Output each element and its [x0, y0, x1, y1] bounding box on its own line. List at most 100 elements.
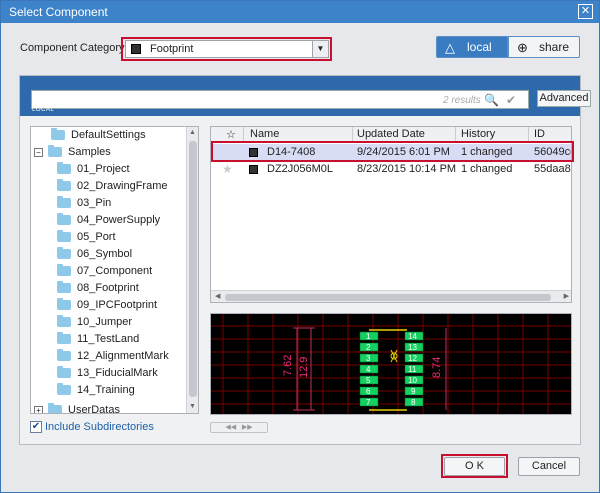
- folder-icon: [51, 128, 65, 141]
- expand-icon[interactable]: +: [34, 405, 43, 413]
- tree-item[interactable]: 14_Training: [57, 383, 135, 401]
- folder-icon: [57, 213, 71, 226]
- dimension-a: 7.62: [282, 355, 294, 376]
- pin-label: 7: [366, 398, 371, 407]
- column-header-history[interactable]: History: [461, 128, 495, 140]
- scroll-up-icon[interactable]: ▲: [187, 127, 198, 139]
- tree-item[interactable]: 03_Pin: [57, 196, 111, 214]
- footprint-preview-canvas: 7.62 12.9 8.74 1234567 141312111098: [211, 314, 571, 414]
- column-header-updated-date[interactable]: Updated Date: [357, 128, 425, 140]
- row-name: DZ2J056M0L: [267, 163, 334, 175]
- folder-icon: [57, 264, 71, 277]
- include-subdirectories-label: Include Subdirectories: [45, 421, 154, 433]
- tree-scrollbar[interactable]: ▲ ▼: [186, 127, 198, 413]
- pin-label: 9: [411, 387, 416, 396]
- column-header-star[interactable]: ☆: [226, 128, 236, 141]
- tree-item[interactable]: 05_Port: [57, 230, 116, 248]
- tree-item[interactable]: + UserDatas: [34, 403, 120, 413]
- tree-item[interactable]: 04_PowerSupply: [57, 213, 160, 231]
- local-label: local: [467, 40, 492, 54]
- dimension-c: 8.74: [431, 357, 443, 378]
- collapse-icon[interactable]: −: [34, 147, 43, 157]
- check-icon[interactable]: ✔: [506, 93, 516, 107]
- close-icon[interactable]: ✕: [578, 4, 593, 19]
- title-bar: Select Component ✕: [1, 1, 599, 23]
- chip-icon: [131, 44, 141, 54]
- highlight-box-selected-row: [211, 141, 574, 162]
- tree-item[interactable]: 10_Jumper: [57, 315, 132, 333]
- column-header-name[interactable]: Name: [250, 128, 279, 140]
- pin-label: 4: [366, 365, 371, 374]
- pin-label: 8: [411, 398, 416, 407]
- pin-label: 6: [366, 387, 371, 396]
- result-count: 2 results: [443, 95, 481, 106]
- table-row[interactable]: ★ DZ2J056M0L 8/23/2015 10:14 PM 1 change…: [211, 161, 571, 178]
- local-toggle-button[interactable]: △ local: [436, 36, 508, 58]
- pin-label: 12: [408, 354, 417, 363]
- scroll-left-icon[interactable]: ◀: [215, 291, 220, 302]
- pin-label: 1: [366, 332, 371, 341]
- tree-item[interactable]: 13_FiducialMark: [57, 366, 158, 384]
- search-input[interactable]: 2 results 🔍 ✔: [31, 90, 529, 109]
- star-icon[interactable]: ★: [222, 162, 233, 176]
- select-component-dialog: Select Component ✕ Component Category Fo…: [0, 0, 600, 493]
- component-category-label: Component Category: [20, 42, 125, 54]
- advanced-button[interactable]: Advanced: [537, 90, 591, 107]
- ok-button[interactable]: O K: [444, 457, 505, 476]
- table-scrollbar[interactable]: ◀ ▶: [211, 290, 571, 302]
- include-subdirectories-checkbox[interactable]: ✔: [30, 421, 42, 433]
- dimension-b: 12.9: [298, 357, 310, 378]
- chip-icon: [249, 165, 258, 174]
- folder-tree[interactable]: DefaultSettings − Samples 01_Project 02_D…: [30, 126, 199, 414]
- tree-item[interactable]: 08_Footprint: [57, 281, 139, 299]
- tree-item[interactable]: 09_IPCFootprint: [57, 298, 157, 316]
- share-toggle-button[interactable]: ⊕ share: [508, 36, 580, 58]
- folder-icon: [57, 196, 71, 209]
- folder-icon: [48, 403, 62, 413]
- folder-icon: [57, 366, 71, 379]
- column-header-id[interactable]: ID: [534, 128, 545, 140]
- pin-label: 13: [408, 343, 417, 352]
- tree-item[interactable]: 11_TestLand: [57, 332, 139, 350]
- pin-label: 11: [408, 365, 417, 374]
- tree-item[interactable]: 12_AlignmentMark: [57, 349, 169, 367]
- folder-icon: [57, 332, 71, 345]
- pin-label: 2: [366, 343, 371, 352]
- tree-item[interactable]: − Samples: [34, 145, 111, 163]
- scope-label: LOCAL: [32, 107, 55, 113]
- search-icon[interactable]: 🔍: [484, 93, 499, 107]
- folder-icon: [57, 281, 71, 294]
- scroll-thumb[interactable]: [225, 294, 551, 301]
- scroll-right-icon[interactable]: ▶: [564, 291, 569, 302]
- window-title: Select Component: [9, 5, 108, 19]
- preview-pager[interactable]: ◀◀ ▶▶: [210, 422, 268, 433]
- folder-icon: [57, 230, 71, 243]
- row-date: 8/23/2015 10:14 PM: [357, 163, 457, 175]
- scroll-thumb[interactable]: [189, 141, 197, 397]
- folder-icon: [57, 162, 71, 175]
- cancel-button[interactable]: Cancel: [518, 457, 580, 476]
- row-history: 1 changed: [461, 163, 513, 175]
- row-id: 55daa81: [534, 163, 571, 175]
- chevron-down-icon[interactable]: ▼: [312, 41, 328, 57]
- tree-item[interactable]: DefaultSettings: [37, 128, 146, 146]
- folder-icon: [57, 247, 71, 260]
- tree-item[interactable]: 02_DrawingFrame: [57, 179, 167, 197]
- folder-icon: [57, 315, 71, 328]
- search-bar: 2 results 🔍 ✔ LOCAL: [20, 76, 580, 116]
- folder-icon: [57, 298, 71, 311]
- scroll-down-icon[interactable]: ▼: [187, 401, 198, 413]
- tree-item[interactable]: 06_Symbol: [57, 247, 132, 265]
- pin-label: 14: [408, 332, 417, 341]
- pin-label: 3: [366, 354, 371, 363]
- globe-icon: ⊕: [517, 40, 528, 55]
- component-category-select[interactable]: Footprint ▼: [125, 40, 329, 58]
- tree-item[interactable]: 07_Component: [57, 264, 152, 282]
- folder-icon: [57, 383, 71, 396]
- category-value: Footprint: [150, 43, 194, 55]
- folder-icon: [48, 145, 62, 158]
- pin-label: 10: [408, 376, 417, 385]
- tree-item[interactable]: 01_Project: [57, 162, 130, 180]
- share-label: share: [539, 40, 570, 54]
- folder-icon: [57, 179, 71, 192]
